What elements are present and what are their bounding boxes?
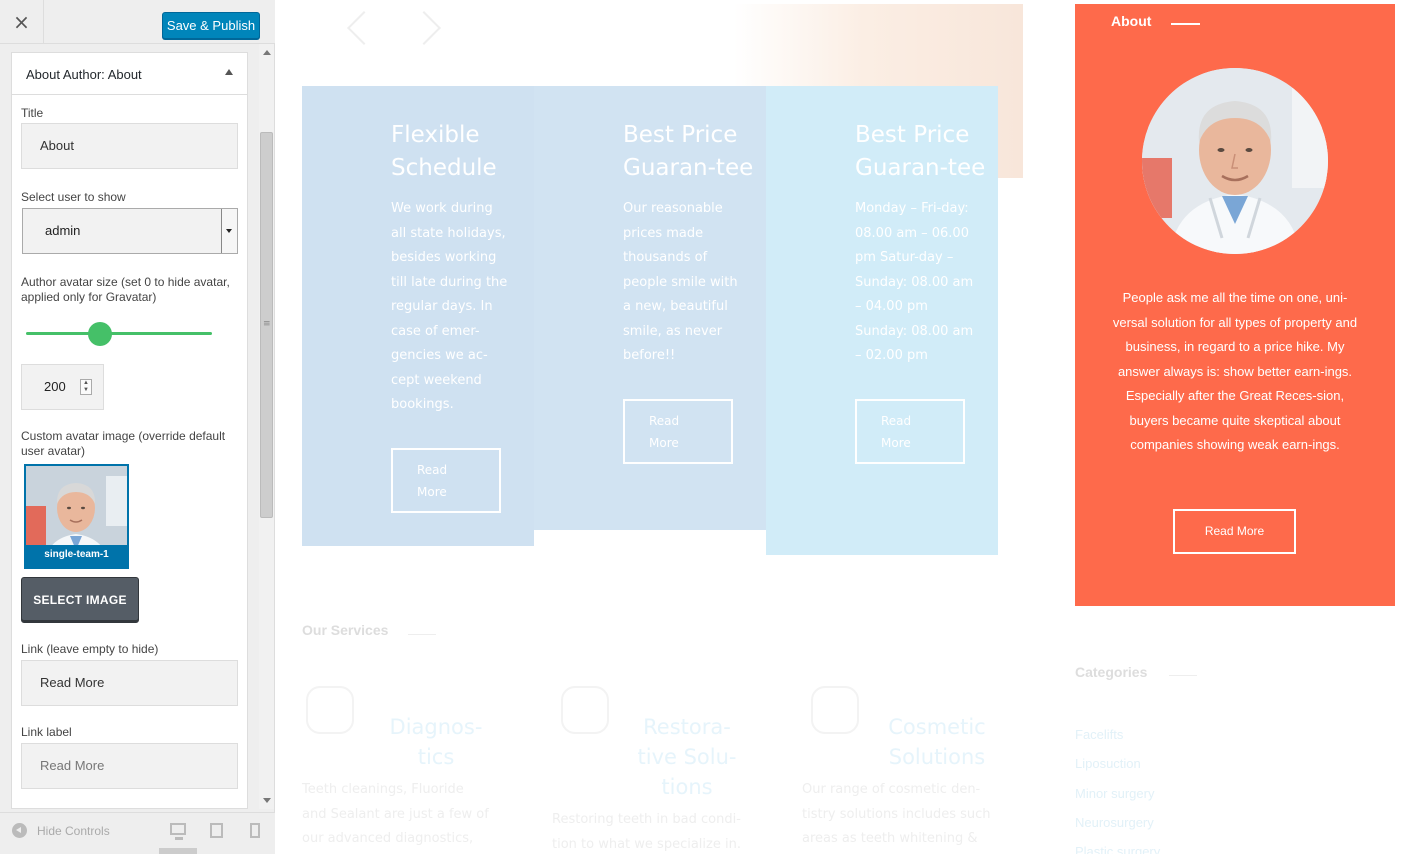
feature-read-more-button[interactable]: Read More <box>623 398 733 464</box>
feature-button-label: Read More <box>649 413 680 450</box>
close-customizer-button[interactable]: × <box>0 0 44 44</box>
desktop-preview-icon[interactable] <box>170 823 186 840</box>
avatar-size-slider[interactable] <box>26 332 212 335</box>
feature-button-label: Read More <box>417 462 448 499</box>
widget-section-prefix: About Author: <box>26 67 105 82</box>
services-heading: Our Services <box>302 622 389 638</box>
feature-read-more-button[interactable]: Read More <box>391 447 501 513</box>
link-label: Link (leave empty to hide) <box>21 642 159 656</box>
doctor-portrait-image <box>1142 68 1328 254</box>
title-underline <box>1171 23 1200 25</box>
avatar-size-number-input[interactable]: 200 ▲ ▼ <box>21 364 104 410</box>
feature-text: Our reasonable prices made thousands of … <box>623 201 738 363</box>
user-select-label: Select user to show <box>21 190 126 204</box>
link-label-label: Link label <box>21 725 72 739</box>
service-title: Cosmetic Solutions <box>888 715 986 769</box>
service-title: Diagnos-tics <box>389 715 483 769</box>
scroll-down-arrow-icon[interactable] <box>263 798 271 803</box>
feature-text: Monday – Fri-day: 08.00 am – 06.00 pm Sa… <box>855 201 974 363</box>
categories-heading: Categories <box>1075 664 1148 680</box>
customizer-panel: × Save & Publish About Author: About Tit… <box>0 0 275 854</box>
feature-title: Flexible Schedule <box>391 122 497 181</box>
save-publish-button[interactable]: Save & Publish <box>162 12 260 39</box>
avatar-filename: single-team-1 <box>26 545 127 567</box>
title-label: Title <box>21 106 44 120</box>
service-text: Our range of cosmetic den-tistry solutio… <box>802 782 991 846</box>
scroll-up-arrow-icon[interactable] <box>263 50 271 55</box>
hide-controls-button[interactable]: Hide Controls <box>37 824 110 838</box>
feature-card-hours: Best Price Guaran-tee Monday – Fri-day: … <box>766 86 998 555</box>
user-select-value: admin <box>45 223 81 238</box>
widget-section-name: About <box>107 67 142 82</box>
widget-form: About Author: About Title About Select u… <box>11 52 248 809</box>
custom-avatar-label: Custom avatar image (override default us… <box>21 429 226 458</box>
customizer-scrollbar[interactable]: ≡ <box>259 44 274 809</box>
mobile-preview-icon[interactable] <box>250 823 260 838</box>
category-link[interactable]: Facelifts <box>1075 720 1160 749</box>
customizer-header: × Save & Publish <box>0 0 275 44</box>
categories-list: Facelifts Liposuction Minor surgery Neur… <box>1075 720 1160 854</box>
category-link[interactable]: Minor surgery <box>1075 779 1160 808</box>
categories-heading-underline <box>1169 675 1197 676</box>
about-widget-title: About <box>1111 13 1152 29</box>
tablet-preview-icon[interactable] <box>210 823 223 838</box>
link-label-input[interactable]: Read More <box>21 743 238 789</box>
tooth-diagnostic-icon <box>306 686 354 734</box>
avatar-size-label: Author avatar size (set 0 to hide avatar… <box>21 275 230 304</box>
about-author-widget: About People ask me all the time on one,… <box>1075 4 1395 606</box>
site-preview: Flexible Schedule We work during all sta… <box>276 0 1419 854</box>
select-image-button[interactable]: SELECT IMAGE <box>21 577 139 623</box>
feature-text: We work during all state holidays, besid… <box>391 201 508 412</box>
scrollbar-grip-icon: ≡ <box>263 319 271 329</box>
toothbrush-icon <box>561 686 609 734</box>
service-title: Restora-tive Solu-tions <box>637 715 737 799</box>
horizontal-scroll-indicator <box>159 848 197 854</box>
feature-card-price: Best Price Guaran-tee Our reasonable pri… <box>534 86 766 530</box>
number-spinner-icon[interactable]: ▲ ▼ <box>80 379 92 395</box>
collapse-arrow-icon[interactable] <box>225 69 233 75</box>
custom-avatar-thumbnail[interactable]: single-team-1 <box>24 464 129 569</box>
author-avatar <box>1142 68 1328 254</box>
feature-card-schedule: Flexible Schedule We work during all sta… <box>302 86 534 546</box>
dropdown-arrow-icon[interactable] <box>221 209 237 253</box>
about-widget-text: People ask me all the time on one, uni-v… <box>1112 290 1358 452</box>
category-link[interactable]: Liposuction <box>1075 749 1160 778</box>
user-select[interactable]: admin <box>22 208 238 254</box>
collapse-sidebar-icon[interactable] <box>12 823 27 838</box>
scrollbar-thumb[interactable]: ≡ <box>260 132 273 518</box>
about-read-more-button[interactable]: Read More <box>1173 509 1296 554</box>
feature-title: Best Price Guaran-tee <box>623 122 754 181</box>
avatar-size-slider-handle[interactable] <box>88 322 113 346</box>
widget-section-header[interactable]: About Author: About <box>12 53 247 95</box>
service-text: Teeth cleanings, Fluoride and Sealant ar… <box>302 782 489 846</box>
feature-read-more-button[interactable]: Read More <box>855 398 965 464</box>
service-text: Restoring teeth in bad condi-tion to wha… <box>552 812 741 852</box>
tooth-icon <box>811 686 859 734</box>
services-heading-underline <box>408 634 436 635</box>
link-input[interactable]: Read More <box>21 660 238 706</box>
feature-title: Best Price Guaran-tee <box>855 122 986 181</box>
avatar-size-value: 200 <box>44 379 66 394</box>
customizer-footer: Hide Controls <box>0 812 275 854</box>
category-link[interactable]: Plastic surgery <box>1075 837 1160 854</box>
category-link[interactable]: Neurosurgery <box>1075 808 1160 837</box>
feature-button-label: Read More <box>881 413 912 450</box>
title-input[interactable]: About <box>21 123 238 169</box>
